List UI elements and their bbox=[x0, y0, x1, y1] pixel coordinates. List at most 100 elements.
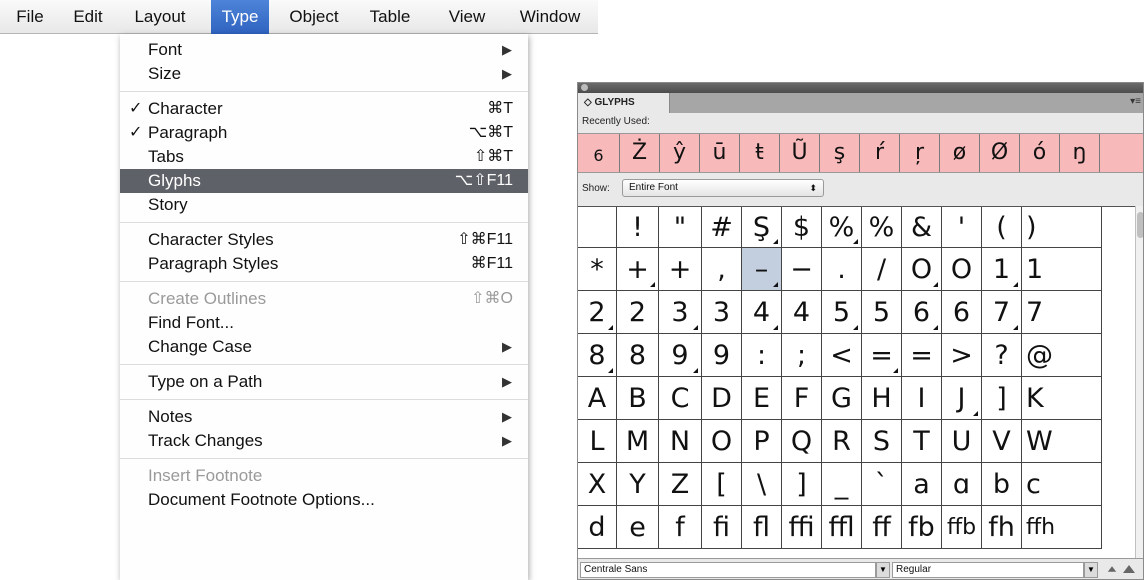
glyph-cell[interactable]: 9 bbox=[659, 334, 702, 377]
glyph-cell[interactable]: F bbox=[782, 377, 822, 420]
glyph-cell[interactable]: ɑ bbox=[942, 463, 982, 506]
recent-glyph[interactable]: ó bbox=[1020, 134, 1060, 172]
glyph-cell[interactable]: ; bbox=[782, 334, 822, 377]
glyph-cell[interactable]: fb bbox=[902, 506, 942, 549]
glyph-cell[interactable]: @ bbox=[1022, 334, 1102, 377]
recent-glyph[interactable]: ŕ bbox=[860, 134, 900, 172]
menu-edit[interactable]: Edit bbox=[67, 0, 109, 34]
recent-glyph[interactable]: ŧ bbox=[740, 134, 780, 172]
glyph-cell[interactable]: a bbox=[902, 463, 942, 506]
recent-glyph[interactable]: ŋ bbox=[1060, 134, 1100, 172]
glyph-cell[interactable]: ﬄ bbox=[822, 506, 862, 549]
glyph-cell[interactable]: 5 bbox=[862, 291, 902, 334]
glyph-cell[interactable]: , bbox=[702, 248, 742, 291]
glyph-cell[interactable]: 1 bbox=[1022, 248, 1102, 291]
menu-object[interactable]: Object bbox=[280, 0, 348, 34]
font-style-dropdown-icon[interactable]: ▼ bbox=[1084, 562, 1098, 578]
glyph-cell[interactable]: E bbox=[742, 377, 782, 420]
panel-menu-icon[interactable]: ▾≡ bbox=[1130, 96, 1141, 107]
glyph-cell[interactable]: R bbox=[822, 420, 862, 463]
glyph-cell[interactable]: 8 bbox=[617, 334, 659, 377]
glyph-cell[interactable]: O bbox=[902, 248, 942, 291]
glyph-cell[interactable] bbox=[578, 207, 617, 248]
glyph-cell[interactable]: L bbox=[578, 420, 617, 463]
recent-glyph[interactable]: Ø bbox=[980, 134, 1020, 172]
glyph-cell[interactable]: ] bbox=[982, 377, 1022, 420]
glyph-cell[interactable]: 6 bbox=[902, 291, 942, 334]
glyph-cell[interactable]: 7 bbox=[1022, 291, 1102, 334]
glyph-cell[interactable]: – bbox=[742, 248, 782, 291]
glyph-cell[interactable]: T bbox=[902, 420, 942, 463]
menu-item-character-styles[interactable]: Character Styles ⇧⌘F11 bbox=[120, 228, 528, 252]
recent-glyph[interactable]: 6 bbox=[578, 134, 620, 172]
glyph-cell[interactable]: O bbox=[942, 248, 982, 291]
glyph-cell[interactable]: 8 bbox=[578, 334, 617, 377]
glyph-cell[interactable]: ﬀ bbox=[862, 506, 902, 549]
glyph-cell[interactable]: 2 bbox=[578, 291, 617, 334]
glyph-cell[interactable]: 5 bbox=[822, 291, 862, 334]
glyph-cell[interactable]: 3 bbox=[702, 291, 742, 334]
menu-item-paragraph[interactable]: ✓ Paragraph ⌥⌘T bbox=[120, 121, 528, 145]
glyph-cell[interactable]: P bbox=[742, 420, 782, 463]
glyph-cell[interactable]: + bbox=[617, 248, 659, 291]
glyph-cell[interactable]: _ bbox=[822, 463, 862, 506]
menu-item-glyphs[interactable]: Glyphs ⌥⇧F11 bbox=[120, 169, 528, 193]
glyph-cell[interactable]: 4 bbox=[742, 291, 782, 334]
glyph-cell[interactable]: ? bbox=[982, 334, 1022, 377]
glyph-cell[interactable]: ffb bbox=[942, 506, 982, 549]
glyph-cell[interactable]: K bbox=[1022, 377, 1102, 420]
glyph-cell[interactable]: # bbox=[702, 207, 742, 248]
glyph-cell[interactable]: ' bbox=[942, 207, 982, 248]
glyph-cell[interactable]: % bbox=[822, 207, 862, 248]
menu-table[interactable]: Table bbox=[360, 0, 420, 34]
glyph-cell[interactable]: ) bbox=[1022, 207, 1102, 248]
glyph-cell[interactable]: < bbox=[822, 334, 862, 377]
glyph-cell[interactable]: D bbox=[702, 377, 742, 420]
glyph-cell[interactable]: c bbox=[1022, 463, 1102, 506]
glyph-cell[interactable]: \ bbox=[742, 463, 782, 506]
glyph-grid-scrollbar[interactable] bbox=[1135, 206, 1143, 558]
glyph-cell[interactable]: [ bbox=[702, 463, 742, 506]
glyph-cell[interactable]: b bbox=[982, 463, 1022, 506]
glyph-cell[interactable]: X bbox=[578, 463, 617, 506]
glyph-cell[interactable]: G bbox=[822, 377, 862, 420]
close-icon[interactable] bbox=[581, 84, 588, 91]
glyph-cell[interactable]: ` bbox=[862, 463, 902, 506]
glyph-cell[interactable]: & bbox=[902, 207, 942, 248]
menu-item-notes[interactable]: Notes ▶ bbox=[120, 405, 528, 429]
glyph-cell[interactable]: Y bbox=[617, 463, 659, 506]
menu-window[interactable]: Window bbox=[510, 0, 590, 34]
glyph-cell[interactable]: M bbox=[617, 420, 659, 463]
recent-glyph[interactable]: ø bbox=[940, 134, 980, 172]
font-family-dropdown-icon[interactable]: ▼ bbox=[876, 562, 890, 578]
glyph-cell[interactable]: V bbox=[982, 420, 1022, 463]
glyph-cell[interactable]: f bbox=[659, 506, 702, 549]
menu-item-find-font[interactable]: Find Font... bbox=[120, 311, 528, 335]
glyph-cell[interactable]: = bbox=[862, 334, 902, 377]
glyph-cell[interactable]: . bbox=[822, 248, 862, 291]
show-select[interactable]: Entire Font ⬍ bbox=[622, 179, 824, 197]
recent-glyph[interactable]: ŗ bbox=[900, 134, 940, 172]
glyph-cell[interactable]: fh bbox=[982, 506, 1022, 549]
glyph-cell[interactable]: B bbox=[617, 377, 659, 420]
glyph-cell[interactable]: Ş bbox=[742, 207, 782, 248]
glyph-cell[interactable]: > bbox=[942, 334, 982, 377]
tab-glyphs[interactable]: ◇ GLYPHS bbox=[578, 93, 670, 113]
glyph-cell[interactable]: S bbox=[862, 420, 902, 463]
glyph-cell[interactable]: 7 bbox=[982, 291, 1022, 334]
glyph-cell[interactable]: ! bbox=[617, 207, 659, 248]
glyph-cell[interactable]: 3 bbox=[659, 291, 702, 334]
recent-glyph[interactable]: Ż bbox=[620, 134, 660, 172]
glyph-cell[interactable]: d bbox=[578, 506, 617, 549]
glyph-cell[interactable]: ﬂ bbox=[742, 506, 782, 549]
menu-item-type-on-a-path[interactable]: Type on a Path ▶ bbox=[120, 370, 528, 394]
recent-glyph[interactable]: ū bbox=[700, 134, 740, 172]
menu-item-track-changes[interactable]: Track Changes ▶ bbox=[120, 429, 528, 453]
glyph-cell[interactable]: Q bbox=[782, 420, 822, 463]
font-family-field[interactable]: Centrale Sans bbox=[580, 562, 876, 578]
recent-glyph[interactable]: ŷ bbox=[660, 134, 700, 172]
glyph-cell[interactable]: : bbox=[742, 334, 782, 377]
scrollbar-thumb[interactable] bbox=[1137, 212, 1143, 238]
menu-item-document-footnote-options[interactable]: Document Footnote Options... bbox=[120, 488, 528, 512]
glyph-cell[interactable]: / bbox=[862, 248, 902, 291]
